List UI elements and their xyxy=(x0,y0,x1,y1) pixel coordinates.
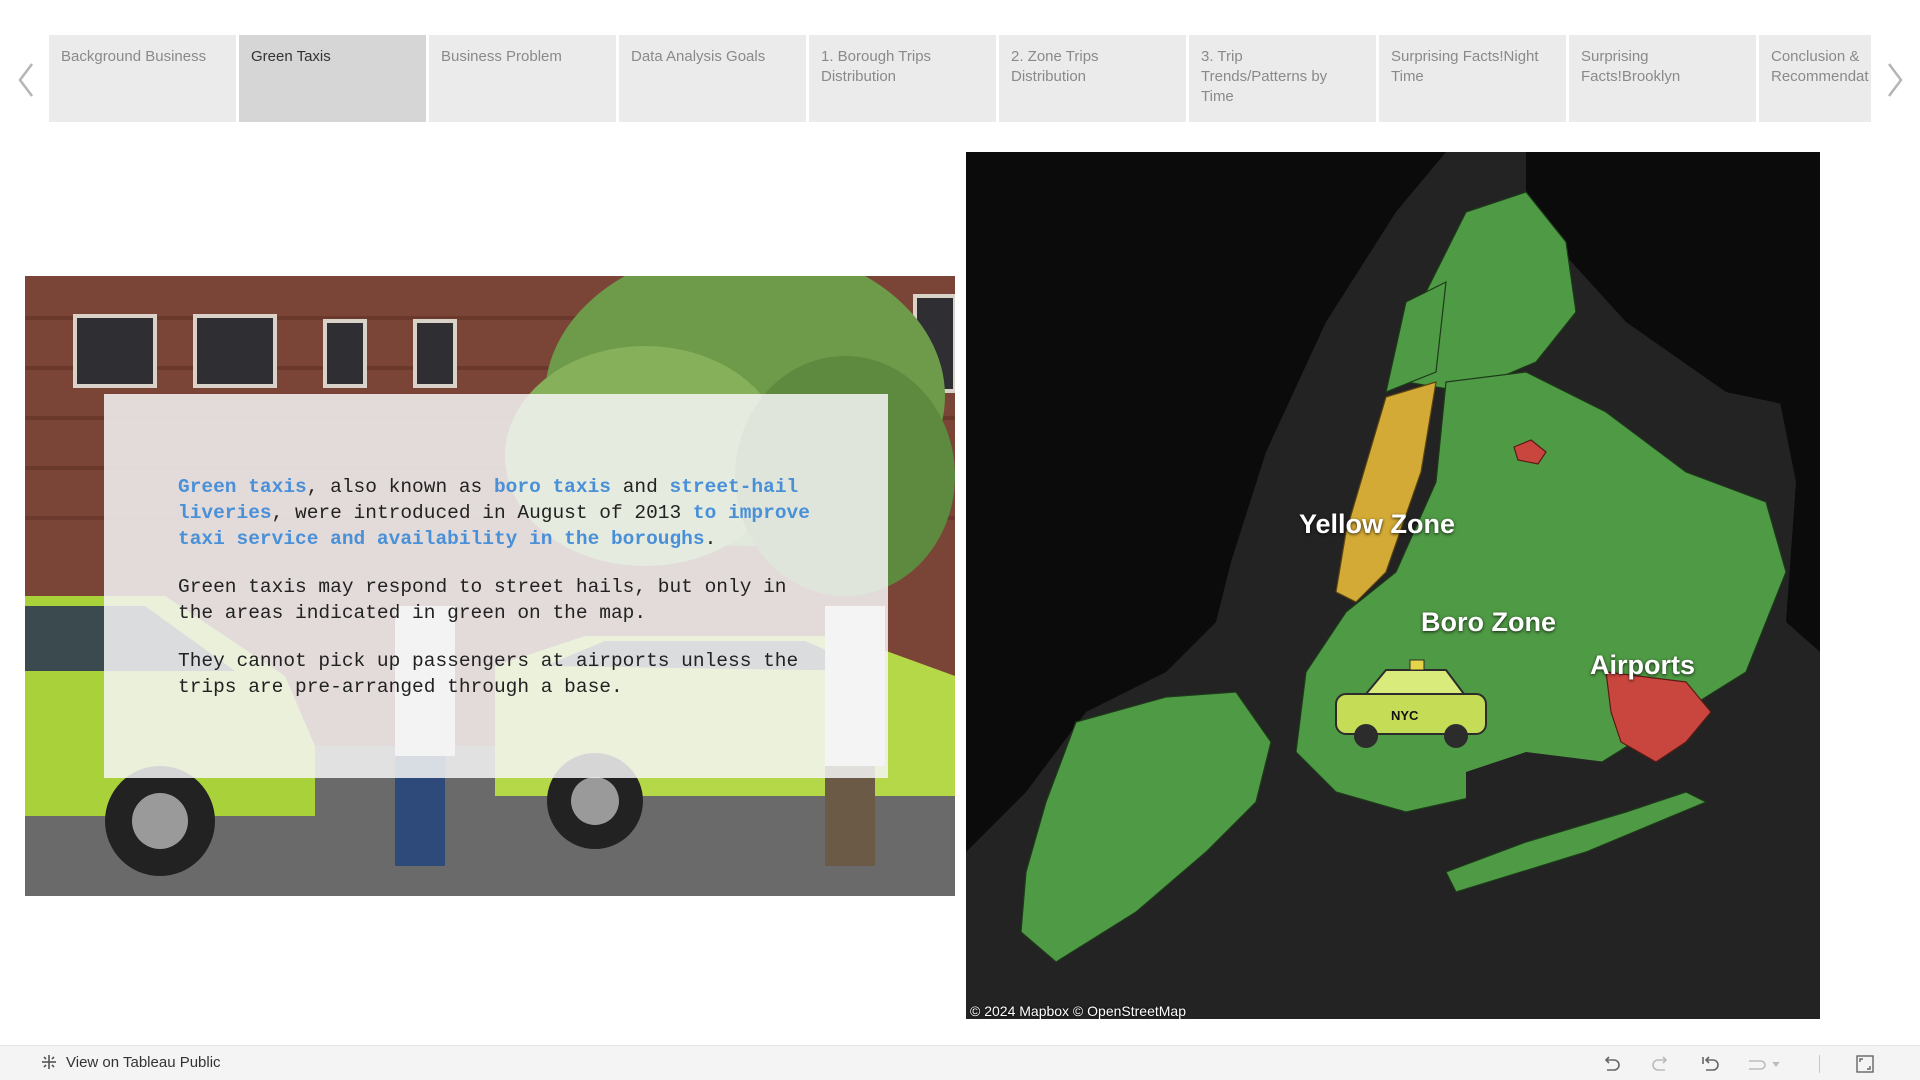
story-tab-zone-trips[interactable]: 2. Zone Trips Distribution xyxy=(999,35,1186,122)
pause-icon xyxy=(1749,1060,1780,1070)
story-tab-borough-trips[interactable]: 1. Borough Trips Distribution xyxy=(809,35,996,122)
boro-zone-label: Boro Zone xyxy=(1421,607,1556,637)
story-tab-night-time[interactable]: Surprising Facts!Night Time xyxy=(1379,35,1566,122)
undo-button[interactable] xyxy=(1599,1053,1623,1075)
pause-updates-button[interactable] xyxy=(1744,1053,1784,1075)
previous-story-point-button[interactable] xyxy=(14,60,38,100)
yellow-zone-label: Yellow Zone xyxy=(1299,509,1456,539)
airports-label: Airports xyxy=(1590,650,1696,680)
chevron-left-icon xyxy=(18,63,33,97)
revert-button[interactable] xyxy=(1698,1053,1722,1075)
story-tab-business-problem[interactable]: Business Problem xyxy=(429,35,616,122)
story-navigator: Background Business Green Taxis Business… xyxy=(49,35,1871,122)
redo-button[interactable] xyxy=(1649,1053,1673,1075)
story-tab-brooklyn[interactable]: Surprising Facts!Brooklyn xyxy=(1569,35,1756,122)
airport-paragraph: They cannot pick up passengers at airpor… xyxy=(178,650,799,698)
chevron-right-icon xyxy=(1888,63,1903,97)
tableau-link-label: View on Tableau Public xyxy=(66,1053,221,1071)
nyc-taxi-zone-map[interactable]: NYC Yellow Zone Boro Zone Airports © 202… xyxy=(966,152,1820,1019)
view-on-tableau-public-link[interactable]: View on Tableau Public xyxy=(40,1053,221,1071)
toolbar-divider xyxy=(1819,1055,1820,1073)
revert-icon xyxy=(1702,1056,1719,1071)
description-text-box: Green taxis, also known as boro taxis an… xyxy=(104,394,888,778)
highlight-boro-taxis: boro taxis xyxy=(493,476,611,498)
story-tab-conclusion[interactable]: Conclusion & Recommendat xyxy=(1759,35,1871,122)
fullscreen-button[interactable] xyxy=(1853,1053,1877,1075)
story-tab-data-analysis-goals[interactable]: Data Analysis Goals xyxy=(619,35,806,122)
story-tab-trip-trends[interactable]: 3. Trip Trends/Patterns by Time xyxy=(1189,35,1376,122)
undo-icon xyxy=(1604,1056,1620,1071)
story-tab-green-taxis[interactable]: Green Taxis xyxy=(239,35,426,122)
map-attribution[interactable]: © 2024 Mapbox © OpenStreetMap xyxy=(970,1003,1186,1019)
tableau-logo-icon xyxy=(42,1055,56,1069)
next-story-point-button[interactable] xyxy=(1883,60,1907,100)
redo-icon xyxy=(1652,1056,1668,1071)
street-hail-paragraph: Green taxis may respond to street hails,… xyxy=(178,576,787,624)
taxi-plate-text: NYC xyxy=(1391,708,1419,723)
story-tab-background-business[interactable]: Background Business xyxy=(49,35,236,122)
fullscreen-icon xyxy=(1856,1055,1874,1073)
tableau-toolbar: View on Tableau Public xyxy=(0,1045,1920,1080)
intro-paragraph: Green taxis, also known as boro taxis an… xyxy=(178,476,810,550)
highlight-green-taxis: Green taxis xyxy=(178,476,307,498)
